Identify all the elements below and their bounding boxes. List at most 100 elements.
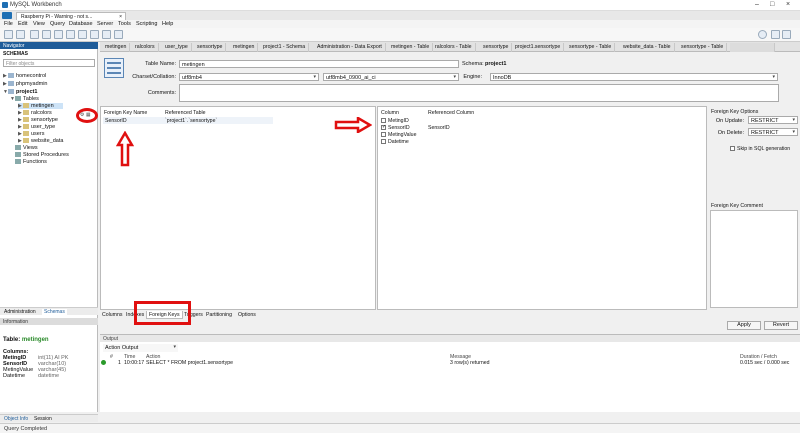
tab-options[interactable]: Options	[236, 311, 258, 319]
editor-tab-active[interactable]	[730, 43, 775, 52]
on-update-select[interactable]: RESTRICT	[748, 116, 798, 124]
tree-item-stored-procedures[interactable]: Stored Procedures	[10, 152, 69, 158]
toggle-output-icon[interactable]	[782, 30, 791, 39]
tree-item-metingen[interactable]: ▶ metingen	[18, 103, 63, 109]
tree-item-phpmyadmin[interactable]: ▶ phpmyadmin	[3, 81, 48, 87]
tree-item-user-type[interactable]: ▶ user_type	[18, 124, 55, 130]
on-delete-select[interactable]: RESTRICT	[748, 128, 798, 136]
open-sql-icon[interactable]	[16, 30, 25, 39]
tree-item-functions[interactable]: Functions	[10, 159, 47, 165]
column-checkbox[interactable]	[381, 124, 386, 130]
menu-query[interactable]: Query	[50, 21, 65, 27]
fk-name-cell[interactable]: SensorID	[105, 118, 127, 124]
editor-tab[interactable]: sensortype	[194, 43, 227, 52]
menu-tools[interactable]: Tools	[118, 21, 131, 27]
editor-tab[interactable]: website_data - Table	[620, 43, 675, 52]
information-header: Information	[0, 318, 98, 325]
fk-options-title: Foreign Key Options	[711, 109, 759, 115]
table-icon	[23, 103, 29, 109]
referenced-column-header: Referenced Column	[428, 110, 475, 116]
fk-comment-label: Foreign Key Comment	[711, 203, 763, 209]
output-panel: Output Action Output # Time Action Messa…	[100, 334, 800, 412]
editor-tab[interactable]: sensortype	[480, 43, 513, 52]
apply-button[interactable]: Apply	[727, 321, 761, 330]
tab-columns[interactable]: Columns	[100, 311, 124, 319]
fk-comment-textarea[interactable]	[710, 210, 798, 308]
tree-item-sensortype[interactable]: ▶ sensortype	[18, 117, 58, 123]
editor-tab[interactable]: Administration - Data Export	[314, 43, 386, 52]
minimize-icon[interactable]: –	[755, 1, 759, 8]
tree-item-website-data[interactable]: ▶ website_data	[18, 138, 63, 144]
revert-button[interactable]: Revert	[764, 321, 798, 330]
output-row-action[interactable]: SELECT * FROM project1.sensortype	[146, 360, 233, 366]
tab-object-info[interactable]: Object Info	[4, 416, 28, 422]
editor-tab[interactable]: metingen	[230, 43, 259, 52]
home-icon[interactable]	[2, 12, 12, 19]
table-icon	[23, 138, 29, 144]
engine-select[interactable]: InnoDB	[490, 73, 778, 81]
table-name-label: Table Name:	[145, 61, 176, 67]
column-name-cell: MetingID	[388, 118, 409, 124]
comments-textarea[interactable]	[179, 84, 779, 102]
editor-tab[interactable]: metingen	[102, 43, 131, 52]
editor-tab[interactable]: ralcolors - Table	[432, 43, 476, 52]
table-actions-icon[interactable]: ⚙ ▦	[80, 112, 91, 118]
filter-objects-input[interactable]: Filter objects	[3, 59, 95, 67]
tree-item-views[interactable]: Views	[10, 145, 38, 151]
referenced-column-cell[interactable]: SensorID	[428, 125, 450, 131]
tree-item-users[interactable]: ▶ users	[18, 131, 44, 137]
menu-server[interactable]: Server	[97, 21, 113, 27]
menu-edit[interactable]: Edit	[18, 21, 27, 27]
menu-file[interactable]: File	[4, 21, 13, 27]
create-function-icon[interactable]	[90, 30, 99, 39]
inspector-icon[interactable]	[30, 30, 39, 39]
new-sql-tab-icon[interactable]	[4, 30, 13, 39]
tab-session[interactable]: Session	[34, 416, 52, 422]
editor-tab[interactable]: user_type	[162, 43, 192, 52]
create-view-icon[interactable]	[66, 30, 75, 39]
editor-tab[interactable]: ralcolors	[132, 43, 159, 52]
skip-sql-checkbox[interactable]	[730, 146, 735, 151]
tree-item-project1[interactable]: ▼ project1	[3, 89, 37, 95]
editor-tab[interactable]: sensortype - Table	[566, 43, 616, 52]
search-table-data-icon[interactable]	[102, 30, 111, 39]
tab-administration[interactable]: Administration	[4, 309, 36, 315]
tree-item-homecontrol[interactable]: ▶ homecontrol	[3, 73, 46, 79]
menu-help[interactable]: Help	[162, 21, 173, 27]
table-name-input[interactable]: metingen	[179, 60, 459, 68]
column-checkbox[interactable]	[381, 132, 386, 137]
settings-icon[interactable]	[758, 30, 767, 39]
schema-label: Schema:	[462, 61, 484, 67]
create-table-icon[interactable]	[54, 30, 63, 39]
connection-tab[interactable]: Raspberry Pi - Warning - not s... ×	[16, 12, 126, 20]
editor-tab[interactable]: project1.sensortype	[512, 43, 565, 52]
table-editor-tabs: Columns Indexes Foreign Keys Triggers Pa…	[100, 311, 800, 319]
create-procedure-icon[interactable]	[78, 30, 87, 39]
reconnect-icon[interactable]	[114, 30, 123, 39]
menu-database[interactable]: Database	[69, 21, 93, 27]
menu-view[interactable]: View	[33, 21, 45, 27]
navigator-header: Navigator	[0, 42, 98, 49]
schema-value: project1	[485, 61, 507, 67]
editor-tab[interactable]: sensortype - Table	[678, 43, 728, 52]
column-checkbox[interactable]	[381, 118, 386, 123]
editor-tab[interactable]: project1 - Schema	[260, 43, 310, 52]
collation-select[interactable]: utf8mb4_0900_ai_ci	[323, 73, 459, 81]
table-icon	[23, 131, 29, 137]
menu-scripting[interactable]: Scripting	[136, 21, 157, 27]
action-output-select[interactable]: Action Output	[103, 344, 178, 352]
editor-tab[interactable]: metingen - Table	[388, 43, 434, 52]
column-checkbox[interactable]	[381, 139, 386, 144]
tree-item-ralcolors[interactable]: ▶ ralcolors	[18, 110, 52, 116]
output-row-time: 10:00:17	[124, 360, 145, 366]
create-schema-icon[interactable]	[42, 30, 51, 39]
maximize-icon[interactable]: □	[770, 1, 774, 8]
close-icon[interactable]: ×	[786, 1, 790, 8]
fk-ref-table-cell[interactable]: `project1`.`sensortype`	[165, 118, 217, 124]
tree-item-tables[interactable]: ▼ Tables	[10, 96, 39, 102]
toggle-sidebar-icon[interactable]	[771, 30, 780, 39]
foreign-key-grid: Foreign Key Name Referenced Table Sensor…	[100, 106, 376, 310]
charset-select[interactable]: utf8mb4	[179, 73, 319, 81]
tab-partitioning[interactable]: Partitioning	[204, 311, 234, 319]
tab-schemas[interactable]: Schemas	[42, 309, 67, 315]
